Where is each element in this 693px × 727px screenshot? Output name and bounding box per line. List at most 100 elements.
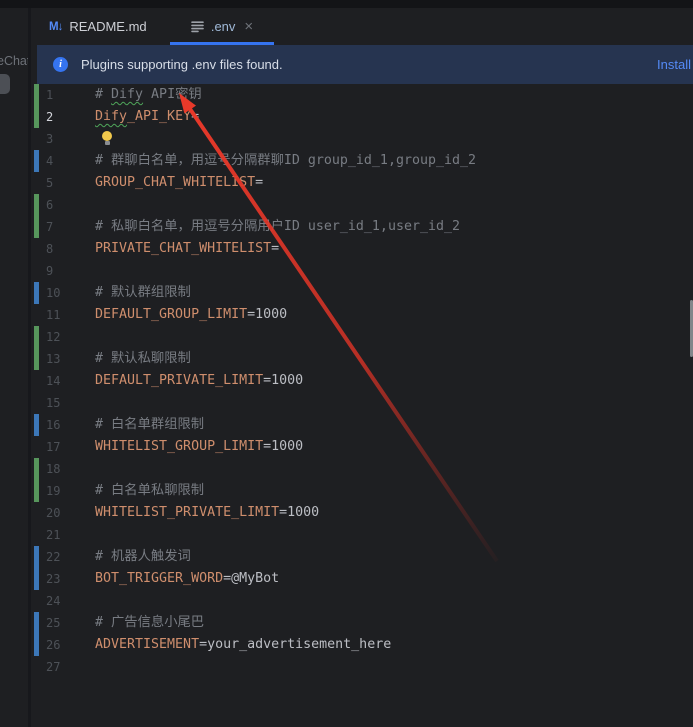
code-line[interactable]: 10 # 默认群组限制 bbox=[31, 282, 693, 304]
vcs-change-bar[interactable] bbox=[34, 194, 39, 216]
line-number[interactable]: 4 bbox=[46, 150, 88, 172]
window-top-edge bbox=[0, 0, 693, 8]
vcs-change-bar bbox=[34, 436, 39, 458]
code-line[interactable]: 24 bbox=[31, 590, 693, 612]
code-token: = bbox=[271, 241, 279, 256]
vcs-change-bar[interactable] bbox=[34, 546, 39, 568]
left-panel-thumb[interactable] bbox=[0, 74, 10, 94]
line-number[interactable]: 23 bbox=[46, 568, 88, 590]
text-file-icon bbox=[191, 20, 204, 33]
line-number[interactable]: 16 bbox=[46, 414, 88, 436]
code-token: Dify bbox=[95, 109, 127, 124]
line-number[interactable]: 12 bbox=[46, 326, 88, 348]
code-line[interactable]: 21 bbox=[31, 524, 693, 546]
line-number[interactable]: 14 bbox=[46, 370, 88, 392]
project-tool-window-strip: eChat- bbox=[0, 8, 28, 727]
vcs-change-bar bbox=[34, 304, 39, 326]
editor-lines: 1# Dify API密钥2Dify_API_KEY=34# 群聊白名单，用逗号… bbox=[31, 84, 693, 727]
code-token: # 机器人触发词 bbox=[95, 549, 191, 564]
vcs-change-bar bbox=[34, 238, 39, 260]
line-number[interactable]: 22 bbox=[46, 546, 88, 568]
vcs-change-bar[interactable] bbox=[34, 282, 39, 304]
line-number[interactable]: 1 bbox=[46, 84, 88, 106]
code-line[interactable]: 22 # 机器人触发词 bbox=[31, 546, 693, 568]
line-number[interactable]: 15 bbox=[46, 392, 88, 414]
code-line[interactable]: 5GROUP_CHAT_WHITELIST= bbox=[31, 172, 693, 194]
code-line[interactable]: 18 bbox=[31, 458, 693, 480]
vcs-change-bar bbox=[34, 502, 39, 524]
vcs-change-bar[interactable] bbox=[34, 150, 39, 172]
code-token: BOT_TRIGGER_WORD bbox=[95, 571, 223, 586]
code-line[interactable]: 25# 广告信息小尾巴 bbox=[31, 612, 693, 634]
code-line[interactable]: 4# 群聊白名单，用逗号分隔群聊ID group_id_1,group_id_2 bbox=[31, 150, 693, 172]
line-number[interactable]: 19 bbox=[46, 480, 88, 502]
vcs-change-bar[interactable] bbox=[34, 480, 39, 502]
vcs-change-bar[interactable] bbox=[34, 612, 39, 634]
code-line[interactable]: 20WHITELIST_PRIVATE_LIMIT=1000 bbox=[31, 502, 693, 524]
intention-bulb-icon[interactable] bbox=[102, 131, 113, 147]
code-token: # 默认群组限制 bbox=[95, 285, 191, 300]
line-number[interactable]: 13 bbox=[46, 348, 88, 370]
code-line[interactable]: 26ADVERTISEMENT=your_advertisement_here bbox=[31, 634, 693, 656]
line-number[interactable]: 26 bbox=[46, 634, 88, 656]
line-number[interactable]: 21 bbox=[46, 524, 88, 546]
vcs-change-bar[interactable] bbox=[34, 216, 39, 238]
line-number[interactable]: 18 bbox=[46, 458, 88, 480]
code-line[interactable]: 9 bbox=[31, 260, 693, 282]
line-number[interactable]: 27 bbox=[46, 656, 88, 678]
plugin-notification-banner: i Plugins supporting .env files found. I… bbox=[37, 45, 693, 84]
close-icon[interactable]: × bbox=[244, 18, 253, 35]
vcs-change-bar[interactable] bbox=[34, 634, 39, 656]
line-number[interactable]: 6 bbox=[46, 194, 88, 216]
line-number[interactable]: 5 bbox=[46, 172, 88, 194]
code-line[interactable]: 1# Dify API密钥 bbox=[31, 84, 693, 106]
line-number[interactable]: 8 bbox=[46, 238, 88, 260]
code-token: PRIVATE_CHAT_WHITELIST bbox=[95, 241, 271, 256]
vcs-change-bar[interactable] bbox=[34, 106, 39, 128]
vcs-change-bar bbox=[34, 590, 39, 612]
code-token: =1000 bbox=[263, 439, 303, 454]
vcs-change-bar[interactable] bbox=[34, 84, 39, 106]
line-number[interactable]: 2 bbox=[46, 106, 88, 128]
line-number[interactable]: 3 bbox=[46, 128, 88, 150]
line-number[interactable]: 11 bbox=[46, 304, 88, 326]
tab-readme[interactable]: M↓ README.md bbox=[37, 8, 159, 45]
code-line[interactable]: 15 bbox=[31, 392, 693, 414]
code-line[interactable]: 6 bbox=[31, 194, 693, 216]
code-line[interactable]: 13 # 默认私聊限制 bbox=[31, 348, 693, 370]
code-line[interactable]: 8 PRIVATE_CHAT_WHITELIST= bbox=[31, 238, 693, 260]
banner-message: Plugins supporting .env files found. bbox=[81, 57, 283, 72]
line-number[interactable]: 17 bbox=[46, 436, 88, 458]
install-link[interactable]: Install bbox=[657, 57, 693, 72]
code-token: # 默认私聊限制 bbox=[95, 351, 191, 366]
code-token: # bbox=[95, 87, 111, 102]
code-line[interactable]: 2Dify_API_KEY= bbox=[31, 106, 693, 128]
vcs-change-bar bbox=[34, 656, 39, 678]
code-token: =@MyBot bbox=[223, 571, 279, 586]
code-token: Dify bbox=[111, 87, 143, 102]
line-number[interactable]: 20 bbox=[46, 502, 88, 524]
line-number[interactable]: 25 bbox=[46, 612, 88, 634]
vcs-change-bar[interactable] bbox=[34, 348, 39, 370]
line-number[interactable]: 24 bbox=[46, 590, 88, 612]
code-line[interactable]: 7# 私聊白名单，用逗号分隔用户ID user_id_1,user_id_2 bbox=[31, 216, 693, 238]
code-line[interactable]: 17WHITELIST_GROUP_LIMIT=1000 bbox=[31, 436, 693, 458]
code-line[interactable]: 19# 白名单私聊限制 bbox=[31, 480, 693, 502]
vcs-change-bar[interactable] bbox=[34, 458, 39, 480]
code-line[interactable]: 3 bbox=[31, 128, 693, 150]
vcs-change-bar bbox=[34, 128, 39, 150]
code-line[interactable]: 23 BOT_TRIGGER_WORD=@MyBot bbox=[31, 568, 693, 590]
code-line[interactable]: 27 bbox=[31, 656, 693, 678]
tab-env[interactable]: .env × bbox=[170, 8, 274, 45]
line-number[interactable]: 9 bbox=[46, 260, 88, 282]
code-line[interactable]: 16# 白名单群组限制 bbox=[31, 414, 693, 436]
vcs-change-bar[interactable] bbox=[34, 414, 39, 436]
line-number[interactable]: 7 bbox=[46, 216, 88, 238]
code-line[interactable]: 12 bbox=[31, 326, 693, 348]
vcs-change-bar[interactable] bbox=[34, 568, 39, 590]
code-line[interactable]: 11DEFAULT_GROUP_LIMIT=1000 bbox=[31, 304, 693, 326]
code-line[interactable]: 14DEFAULT_PRIVATE_LIMIT=1000 bbox=[31, 370, 693, 392]
line-number[interactable]: 10 bbox=[46, 282, 88, 304]
vcs-change-bar[interactable] bbox=[34, 326, 39, 348]
code-token: =1000 bbox=[279, 505, 319, 520]
